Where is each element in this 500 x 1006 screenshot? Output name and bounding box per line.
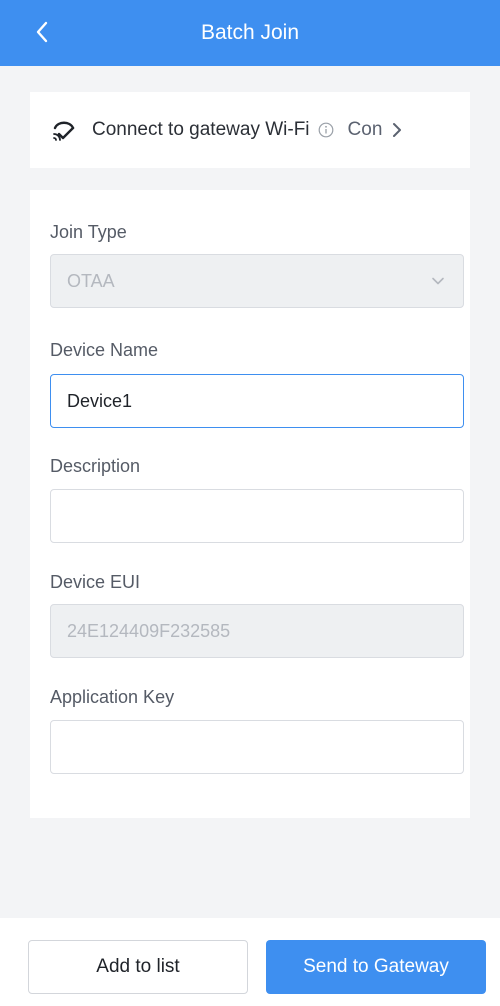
- footer-bar: Add to list Send to Gateway: [0, 918, 500, 1006]
- page-title: Batch Join: [200, 21, 300, 44]
- device-eui-input[interactable]: 24E124409F232585: [50, 604, 464, 658]
- add-to-list-button[interactable]: Add to list: [28, 940, 248, 994]
- device-name-label: Device Name: [50, 340, 159, 360]
- back-button[interactable]: [28, 14, 56, 50]
- app-header: Batch Join: [0, 0, 500, 66]
- application-key-input[interactable]: [50, 720, 464, 774]
- description-label: Description: [50, 456, 141, 476]
- connection-status: Con: [347, 119, 383, 140]
- chevron-down-icon: [431, 277, 445, 286]
- device-eui-value: 24E124409F232585: [67, 620, 231, 641]
- back-arrow-icon: [36, 21, 48, 43]
- connect-wifi-row[interactable]: Connect to gateway Wi-Fi Con: [30, 92, 470, 168]
- join-type-select[interactable]: OTAA: [50, 254, 464, 308]
- connect-wifi-label: Connect to gateway Wi-Fi: [92, 119, 310, 140]
- description-input[interactable]: [50, 489, 464, 543]
- device-name-value: Device1: [67, 390, 133, 411]
- join-type-value: OTAA: [67, 270, 115, 291]
- chevron-right-icon: [392, 122, 402, 138]
- application-key-label: Application Key: [50, 687, 175, 707]
- device-eui-label: Device EUI: [50, 572, 141, 592]
- info-icon[interactable]: [318, 122, 334, 138]
- device-form: Join Type OTAA Device Name Device1 Descr…: [30, 190, 470, 818]
- send-to-gateway-button[interactable]: Send to Gateway: [266, 940, 486, 994]
- gateway-wifi-icon: [50, 116, 78, 144]
- join-type-label: Join Type: [50, 222, 127, 242]
- device-name-input[interactable]: Device1: [50, 374, 464, 428]
